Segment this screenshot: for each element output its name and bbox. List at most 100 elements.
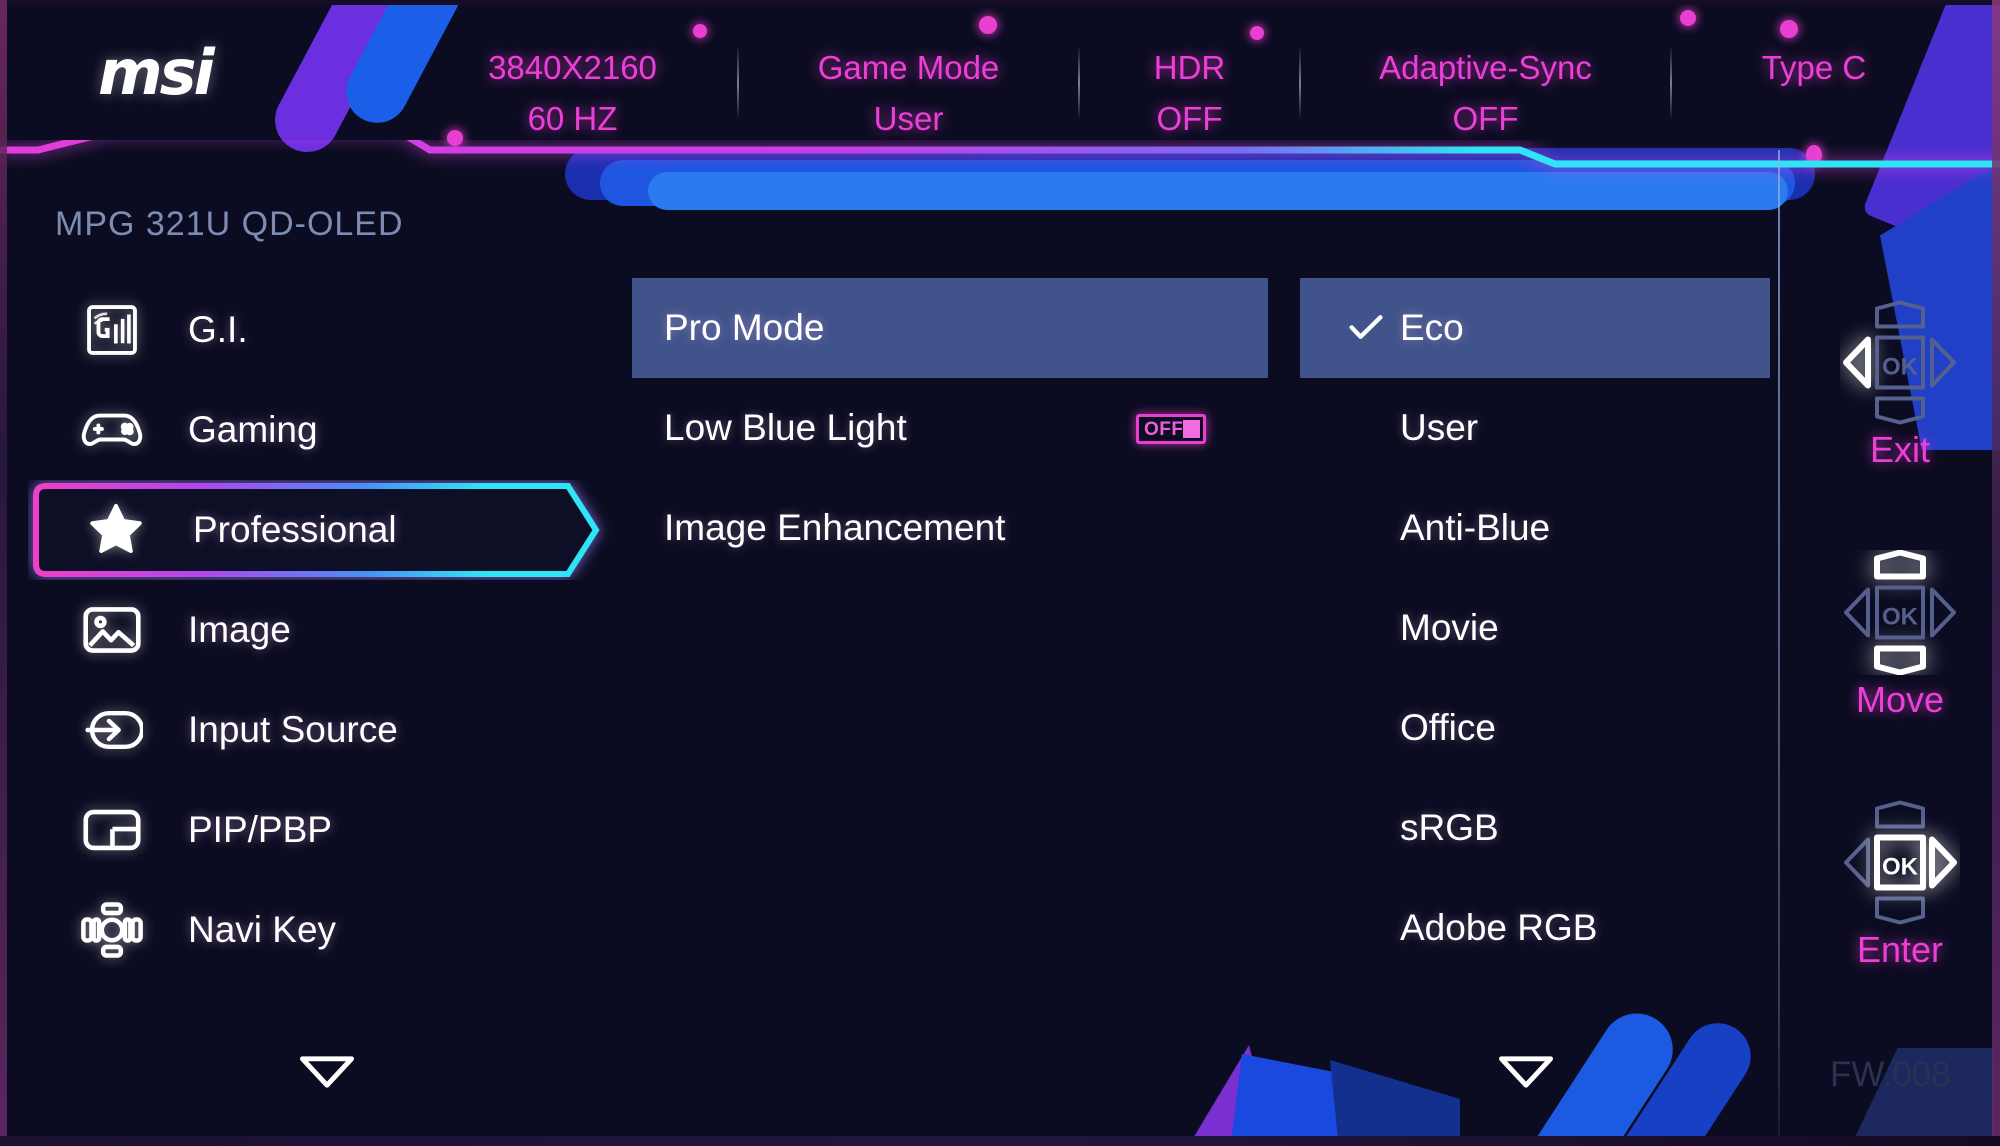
- svg-text:OK: OK: [1882, 354, 1919, 381]
- option-item-label: Office: [1400, 707, 1496, 748]
- gamepad-icon: [76, 394, 148, 466]
- status-divider: [1670, 48, 1672, 118]
- option-item-anti-blue[interactable]: Anti-Blue: [1300, 478, 1770, 578]
- option-item-label: Movie: [1400, 607, 1499, 648]
- option-item-label: Adobe RGB: [1400, 907, 1598, 948]
- sidebar-item-label: Image: [188, 609, 291, 650]
- deco-dot: [1780, 20, 1798, 38]
- toggle-state-label: OFF: [1144, 418, 1184, 440]
- navpad-updown-icon: OK: [1840, 549, 1960, 676]
- header-divider: [0, 140, 2000, 206]
- option-item-label: Anti-Blue: [1400, 507, 1551, 548]
- status-game-mode-line1: Game Mode: [817, 49, 1000, 86]
- sidebar-item-gi[interactable]: G.I.: [28, 280, 628, 380]
- nav-key-move[interactable]: OK Move: [1800, 549, 2000, 800]
- status-divider: [1299, 48, 1301, 118]
- check-icon: [1348, 312, 1384, 342]
- low-blue-light-toggle[interactable]: OFF: [1136, 414, 1206, 444]
- deco-poly-purple: [1165, 1045, 1285, 1146]
- bezel-top: [0, 0, 2000, 5]
- nav-key-enter[interactable]: OK Enter: [1800, 800, 2000, 1050]
- star-icon: [80, 494, 152, 566]
- scroll-down-options[interactable]: [1497, 1055, 1555, 1089]
- status-input-line1: Type C: [1761, 49, 1867, 86]
- toggle-knob: [1183, 420, 1200, 438]
- deco-dot: [1250, 26, 1264, 40]
- input-arrow-icon: [76, 694, 148, 766]
- option-item-user[interactable]: User: [1300, 378, 1770, 478]
- submenu-item-label: Image Enhancement: [664, 507, 1006, 548]
- option-item-eco[interactable]: Eco: [1300, 278, 1770, 378]
- nav-key-panel: OK Exit OK Move OK Enter: [1800, 300, 2000, 1050]
- nav-key-label: Enter: [1856, 929, 1944, 970]
- status-resolution-line1: 3840X2160: [488, 49, 657, 86]
- sidebar-item-gaming[interactable]: Gaming: [28, 380, 628, 480]
- status-item-adaptive-sync: Adaptive-Sync OFF: [1363, 42, 1608, 144]
- sidebar-menu: G.I. Gaming Professional Image Input Sou…: [28, 280, 628, 980]
- submenu-item-label: Low Blue Light: [664, 407, 907, 448]
- deco-poly-darkblue: [1330, 1060, 1460, 1146]
- submenu-item-low-blue-light[interactable]: Low Blue Light OFF: [632, 378, 1268, 478]
- monitor-osd: msi 3840X2160 60 HZ Game Mode User HDR O…: [0, 0, 2000, 1146]
- option-item-adobe-rgb[interactable]: Adobe RGB: [1300, 878, 1770, 978]
- status-hdr-line2: OFF: [1156, 100, 1223, 137]
- option-item-office[interactable]: Office: [1300, 678, 1770, 778]
- sidebar-item-label: PIP/PBP: [188, 809, 332, 850]
- nav-key-label: Move: [1855, 679, 1945, 720]
- sidebar-item-label: Gaming: [188, 409, 318, 450]
- sidebar-item-label: Input Source: [188, 709, 398, 750]
- gi-icon: [76, 294, 148, 366]
- submenu-item-pro-mode[interactable]: Pro Mode: [632, 278, 1268, 378]
- submenu-item-image-enhancement[interactable]: Image Enhancement: [632, 478, 1268, 578]
- msi-logo: msi: [98, 36, 215, 109]
- deco-dot: [979, 16, 997, 34]
- option-item-label: User: [1400, 407, 1479, 448]
- deco-bar-blue-bottom-2: [1582, 1010, 1764, 1146]
- deco-bar-blue: [335, 0, 477, 134]
- submenu-item-label: Pro Mode: [664, 307, 825, 348]
- deco-poly-blue: [1225, 1054, 1435, 1146]
- navpad-ok-right-icon: OK: [1840, 800, 1960, 925]
- status-resolution-line2: 60 HZ: [527, 100, 618, 137]
- option-item-movie[interactable]: Movie: [1300, 578, 1770, 678]
- svg-text:OK: OK: [1882, 854, 1919, 881]
- panel-divider: [1778, 150, 1780, 1145]
- sidebar-item-image[interactable]: Image: [28, 580, 628, 680]
- option-item-label: Eco: [1400, 307, 1464, 348]
- option-item-srgb[interactable]: sRGB: [1300, 778, 1770, 878]
- bezel-bottom: [0, 1136, 2000, 1146]
- option-item-label: sRGB: [1400, 807, 1499, 848]
- status-divider: [1078, 48, 1080, 118]
- sidebar-item-label: G.I.: [188, 309, 248, 350]
- sidebar-item-pip-pbp[interactable]: PIP/PBP: [28, 780, 628, 880]
- picture-icon: [76, 594, 148, 666]
- status-adaptive-sync-line1: Adaptive-Sync: [1379, 49, 1592, 86]
- deco-shape-purple-right: [1861, 0, 2000, 269]
- status-item-game-mode: Game Mode User: [801, 42, 1016, 144]
- status-bar: 3840X2160 60 HZ Game Mode User HDR OFF A…: [470, 42, 1940, 137]
- submenu-column: Pro Mode Low Blue Light OFF Image Enhanc…: [632, 278, 1268, 578]
- sidebar-item-label: Professional: [193, 509, 397, 550]
- status-adaptive-sync-line2: OFF: [1452, 100, 1519, 137]
- status-hdr-line1: HDR: [1153, 49, 1226, 86]
- status-item-hdr: HDR OFF: [1142, 42, 1237, 144]
- sidebar-item-navi-key[interactable]: Navi Key: [28, 880, 628, 980]
- navpad-left-icon: OK: [1840, 300, 1960, 425]
- sidebar-item-professional[interactable]: Professional: [28, 480, 628, 580]
- nav-key-label: Exit: [1869, 429, 1930, 470]
- status-game-mode-line2: User: [873, 100, 944, 137]
- sidebar-item-label: Navi Key: [188, 909, 337, 950]
- status-item-resolution: 3840X2160 60 HZ: [470, 42, 675, 144]
- pip-pbp-icon: [76, 794, 148, 866]
- model-name: MPG 321U QD-OLED: [55, 205, 404, 243]
- status-divider: [737, 48, 739, 118]
- nav-key-exit[interactable]: OK Exit: [1800, 300, 2000, 550]
- status-item-input: Type C: [1734, 42, 1894, 93]
- sidebar-item-input-source[interactable]: Input Source: [28, 680, 628, 780]
- deco-dot: [1680, 10, 1696, 26]
- firmware-version: FW.008: [1830, 1055, 1951, 1094]
- scroll-down-sidebar[interactable]: [298, 1055, 356, 1089]
- svg-text:OK: OK: [1882, 604, 1919, 631]
- options-column: Eco User Anti-Blue Movie Office sRGB Ado…: [1300, 278, 1770, 978]
- navi-key-icon: [76, 894, 148, 966]
